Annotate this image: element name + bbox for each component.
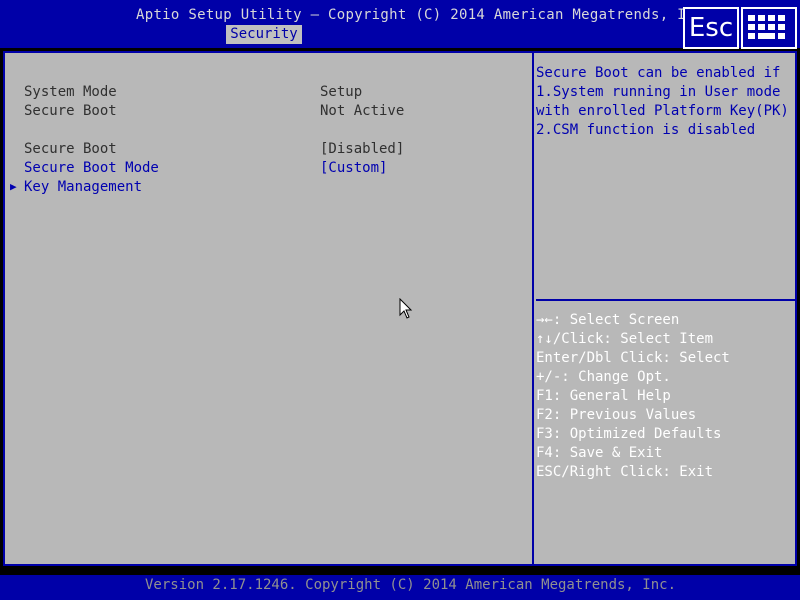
footer-bar: Version 2.17.1246. Copyright (C) 2014 Am… bbox=[0, 575, 800, 600]
key-help-optimized-defaults: F3: Optimized Defaults bbox=[536, 426, 722, 442]
key-help-select: Enter/Dbl Click: Select bbox=[536, 350, 730, 366]
secure-boot-status-value: Not Active bbox=[320, 103, 405, 119]
key-help-select-screen: →←: Select Screen bbox=[536, 312, 680, 328]
keyboard-button[interactable] bbox=[741, 7, 797, 49]
key-help-general-help: F1: General Help bbox=[536, 388, 671, 404]
panel-divider bbox=[532, 53, 534, 564]
help-line: 1.System running in User mode bbox=[536, 84, 781, 100]
app-title: Aptio Setup Utility – Copyright (C) 2014… bbox=[136, 7, 713, 23]
secure-boot-mode-option[interactable]: [Custom] bbox=[320, 159, 387, 177]
key-help-select-item: ↑↓/Click: Select Item bbox=[536, 331, 714, 347]
help-line: with enrolled Platform Key(PK) bbox=[536, 103, 789, 119]
mouse-pointer-icon bbox=[399, 298, 413, 319]
help-line: 2.CSM function is disabled bbox=[536, 122, 756, 138]
secure-boot-label: Secure Boot bbox=[24, 141, 117, 157]
tab-security[interactable]: Security bbox=[226, 25, 302, 44]
version-text: Version 2.17.1246. Copyright (C) 2014 Am… bbox=[145, 577, 677, 593]
keyboard-icon bbox=[748, 15, 785, 39]
key-help-previous-values: F2: Previous Values bbox=[536, 407, 697, 423]
system-mode-label: System Mode bbox=[24, 84, 117, 100]
secure-boot-mode-label: Secure Boot Mode bbox=[24, 160, 159, 176]
key-management-item[interactable]: Key Management bbox=[24, 178, 142, 196]
system-mode-value: Setup bbox=[320, 84, 363, 100]
secure-boot-option[interactable]: [Disabled] bbox=[320, 140, 404, 158]
esc-button[interactable]: Esc bbox=[683, 7, 739, 49]
help-divider bbox=[536, 299, 795, 301]
key-help-save-exit: F4: Save & Exit bbox=[536, 445, 663, 461]
secure-boot-status-label: Secure Boot bbox=[24, 103, 117, 119]
submenu-arrow-icon: ▶ bbox=[10, 180, 17, 193]
help-line: Secure Boot can be enabled if bbox=[536, 65, 781, 81]
header-bar: Aptio Setup Utility – Copyright (C) 2014… bbox=[0, 0, 800, 49]
key-help-change-opt: +/-: Change Opt. bbox=[536, 369, 671, 385]
key-help-exit: ESC/Right Click: Exit bbox=[536, 464, 714, 480]
